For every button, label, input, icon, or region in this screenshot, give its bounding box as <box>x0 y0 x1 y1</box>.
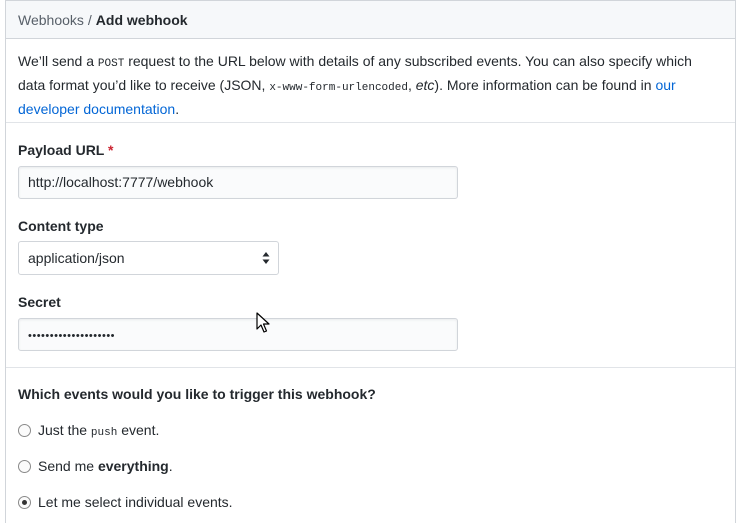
payload-url-label-text: Payload URL <box>18 142 105 158</box>
intro-text-part: . <box>175 101 180 117</box>
radio-bold-everything: everything <box>97 458 169 474</box>
radio-button[interactable] <box>18 424 31 437</box>
breadcrumb-add-webhook: Add webhook <box>95 12 188 28</box>
radio-code-push: push <box>90 427 118 439</box>
secret-masked-value: •••••••••••••••••••• <box>28 330 116 342</box>
intro-text-part: , <box>407 77 416 93</box>
content-type-label: Content type <box>18 218 104 234</box>
select-updown-arrows-icon <box>262 252 270 264</box>
radio-button-checked[interactable] <box>18 496 31 509</box>
radio-label-part: Send me <box>38 458 98 474</box>
required-marker: * <box>108 142 114 158</box>
intro-etc: etc <box>415 77 435 93</box>
intro-text: We’ll send a POST request to the URL bel… <box>18 51 723 120</box>
radio-label: Just the push event. <box>38 422 159 439</box>
section-divider <box>6 122 735 123</box>
content-type-select[interactable]: application/json <box>18 241 279 275</box>
intro-text-part: We’ll send a <box>18 53 98 69</box>
intro-text-part: ). More information can be found in <box>434 77 656 93</box>
breadcrumb-separator: / <box>87 12 92 28</box>
secret-input[interactable]: •••••••••••••••••••• <box>18 318 458 351</box>
payload-url-value: http://localhost:7777/webhook <box>28 174 214 190</box>
breadcrumb: Webhooks / Add webhook <box>18 12 188 28</box>
radio-label: Send me everything. <box>38 458 173 474</box>
events-question: Which events would you like to trigger t… <box>18 386 376 402</box>
panel-header: Webhooks / Add webhook <box>6 1 735 39</box>
breadcrumb-webhooks[interactable]: Webhooks <box>18 12 84 28</box>
radio-label: Let me select individual events. <box>38 494 233 510</box>
radio-label-part: Just the <box>38 422 91 438</box>
secret-label: Secret <box>18 294 61 310</box>
intro-code-urlencoded: x-www-form-urlencoded <box>269 82 408 94</box>
radio-button[interactable] <box>18 460 31 473</box>
intro-code-post: POST <box>97 58 125 70</box>
payload-url-input[interactable]: http://localhost:7777/webhook <box>18 166 458 199</box>
radio-label-part: . <box>168 458 173 474</box>
webhook-form-panel: Webhooks / Add webhook We’ll send a POST r… <box>5 0 736 523</box>
content-type-selected-value: application/json <box>28 250 125 266</box>
mouse-pointer-icon <box>256 312 270 333</box>
section-divider <box>6 367 735 368</box>
radio-label-part: event. <box>117 422 160 438</box>
payload-url-label: Payload URL * <box>18 142 113 158</box>
